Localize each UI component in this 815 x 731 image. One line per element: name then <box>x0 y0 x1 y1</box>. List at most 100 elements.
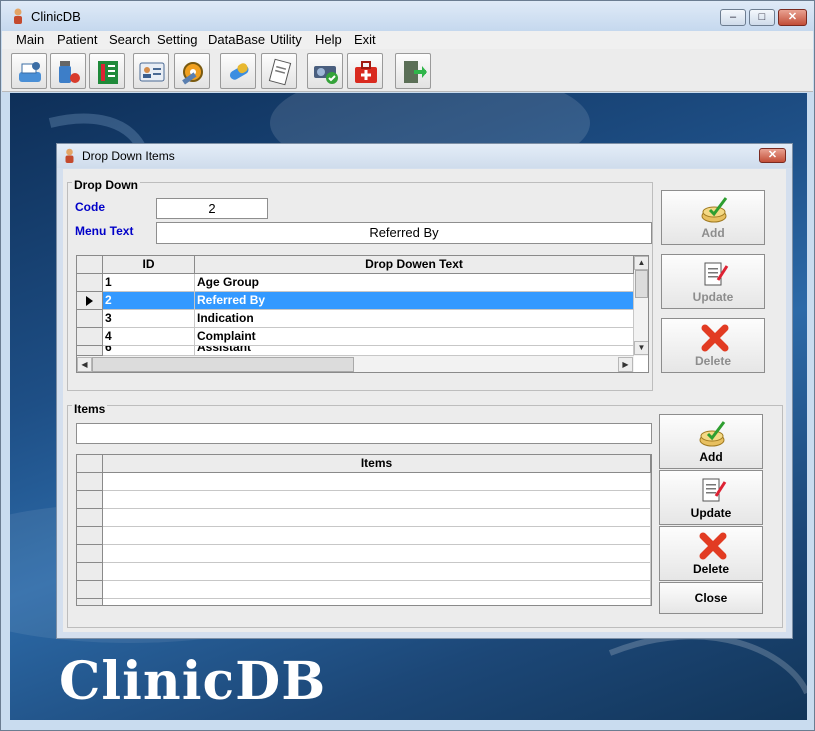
table-row[interactable] <box>103 491 651 509</box>
table-row[interactable] <box>103 599 651 605</box>
dialog-title: Drop Down Items <box>82 149 175 163</box>
dialog-close-button[interactable]: ✕ <box>759 148 786 163</box>
dropdown-update-label: Update <box>692 290 734 304</box>
items-group-label: Items <box>72 402 108 416</box>
table-row-id-selected[interactable]: 2 <box>103 292 195 310</box>
scroll-up-icon[interactable]: ▲ <box>634 256 648 270</box>
items-delete-label: Delete <box>692 562 730 576</box>
drop-down-grid: ID Drop Dowen Text 1 Age Group 2 Referre… <box>76 255 649 373</box>
add-icon <box>701 197 728 223</box>
table-row[interactable] <box>103 509 651 527</box>
row-indicator[interactable] <box>77 328 103 346</box>
pill-capsule-icon[interactable] <box>220 53 256 89</box>
grid-corner <box>77 256 103 274</box>
menu-search[interactable]: Search <box>109 32 150 47</box>
menu-patient[interactable]: Patient <box>57 32 97 47</box>
column-header-id[interactable]: ID <box>103 256 195 274</box>
close-window-button[interactable]: ✕ <box>778 9 807 26</box>
horizontal-scroll-thumb[interactable] <box>92 357 354 372</box>
menu-exit[interactable]: Exit <box>354 32 376 47</box>
vertical-scroll-thumb[interactable] <box>635 270 648 298</box>
table-row[interactable] <box>103 473 651 491</box>
dropdown-delete-button[interactable]: Delete <box>661 318 765 373</box>
dialog-title-bar: Drop Down Items ✕ <box>57 144 792 168</box>
table-row-text[interactable]: Age Group <box>195 274 634 292</box>
code-label: Code <box>75 200 105 214</box>
menu-main[interactable]: Main <box>16 32 44 47</box>
row-indicator[interactable] <box>77 509 103 527</box>
main-window: ClinicDB – □ ✕ Main Patient Search Setti… <box>0 0 815 731</box>
dialog-icon <box>63 148 76 166</box>
drop-down-group-label: Drop Down <box>72 178 140 192</box>
column-header-items[interactable]: Items <box>103 455 651 473</box>
table-row[interactable] <box>103 563 651 581</box>
dropdown-add-button[interactable]: Add <box>661 190 765 245</box>
first-aid-box-icon[interactable] <box>347 53 383 89</box>
menu-text-field[interactable]: Referred By <box>156 222 652 244</box>
table-row-id[interactable]: 3 <box>103 310 195 328</box>
window-title: ClinicDB <box>31 9 81 24</box>
item-text-field[interactable] <box>76 423 652 444</box>
row-indicator[interactable] <box>77 473 103 491</box>
vertical-scrollbar[interactable]: ▲ ▼ <box>634 256 648 356</box>
scroll-left-icon[interactable]: ◀ <box>77 357 92 372</box>
delete-icon <box>699 532 727 560</box>
table-row-id[interactable]: 6 <box>103 346 195 356</box>
notes-book-icon[interactable] <box>89 53 125 89</box>
exit-door-icon[interactable] <box>395 53 431 89</box>
menu-help[interactable]: Help <box>315 32 342 47</box>
table-row-text-selected[interactable]: Referred By <box>195 292 634 310</box>
delete-icon <box>701 324 729 352</box>
column-header-text[interactable]: Drop Dowen Text <box>195 256 634 274</box>
items-update-button[interactable]: Update <box>659 470 763 525</box>
tools-gear-icon[interactable] <box>174 53 210 89</box>
scroll-right-icon[interactable]: ▶ <box>618 357 633 372</box>
close-label: Close <box>694 591 728 605</box>
table-row[interactable] <box>103 545 651 563</box>
menu-setting[interactable]: Setting <box>157 32 197 47</box>
row-indicator[interactable] <box>77 310 103 328</box>
medicine-bottle-icon[interactable] <box>50 53 86 89</box>
table-row-text[interactable]: Complaint <box>195 328 634 346</box>
row-indicator[interactable] <box>77 346 103 356</box>
notepad-icon[interactable] <box>261 53 297 89</box>
backup-restore-icon[interactable] <box>307 53 343 89</box>
row-indicator[interactable] <box>77 581 103 599</box>
scroll-down-icon[interactable]: ▼ <box>634 341 648 355</box>
dropdown-delete-label: Delete <box>694 354 732 368</box>
dialog-body: Drop Down Code 2 Menu Text Referred By I… <box>63 169 786 632</box>
grid-corner <box>77 455 103 473</box>
drop-down-items-dialog: Drop Down Items ✕ Drop Down Code 2 Menu … <box>56 143 793 639</box>
maximize-button[interactable]: □ <box>749 9 775 26</box>
horizontal-scrollbar[interactable]: ◀ ▶ <box>77 356 634 372</box>
dropdown-update-button[interactable]: Update <box>661 254 765 309</box>
id-card-icon[interactable] <box>133 53 169 89</box>
add-icon <box>699 421 726 447</box>
row-indicator[interactable] <box>77 599 103 605</box>
items-add-button[interactable]: Add <box>659 414 763 469</box>
table-row[interactable] <box>103 527 651 545</box>
row-indicator[interactable] <box>77 545 103 563</box>
code-field[interactable]: 2 <box>156 198 268 219</box>
table-row-text[interactable]: Indication <box>195 310 634 328</box>
table-row-id[interactable]: 4 <box>103 328 195 346</box>
row-indicator-current[interactable] <box>77 292 103 310</box>
row-indicator[interactable] <box>77 563 103 581</box>
dropdown-add-label: Add <box>701 226 725 240</box>
table-row-text[interactable]: Assistant <box>195 346 634 356</box>
row-indicator[interactable] <box>77 491 103 509</box>
table-row-id[interactable]: 1 <box>103 274 195 292</box>
patient-record-icon[interactable] <box>11 53 47 89</box>
minimize-button[interactable]: – <box>720 9 746 26</box>
menu-database[interactable]: DataBase <box>208 32 265 47</box>
table-row[interactable] <box>103 581 651 599</box>
row-indicator[interactable] <box>77 527 103 545</box>
update-icon <box>702 478 727 502</box>
close-button[interactable]: Close <box>659 582 763 614</box>
table-row-text-text: Assistant <box>197 346 252 354</box>
items-delete-button[interactable]: Delete <box>659 526 763 581</box>
title-bar: ClinicDB – □ ✕ <box>1 1 814 31</box>
menu-utility[interactable]: Utility <box>270 32 302 47</box>
row-indicator[interactable] <box>77 274 103 292</box>
menu-bar: Main Patient Search Setting DataBase Uti… <box>2 31 813 49</box>
